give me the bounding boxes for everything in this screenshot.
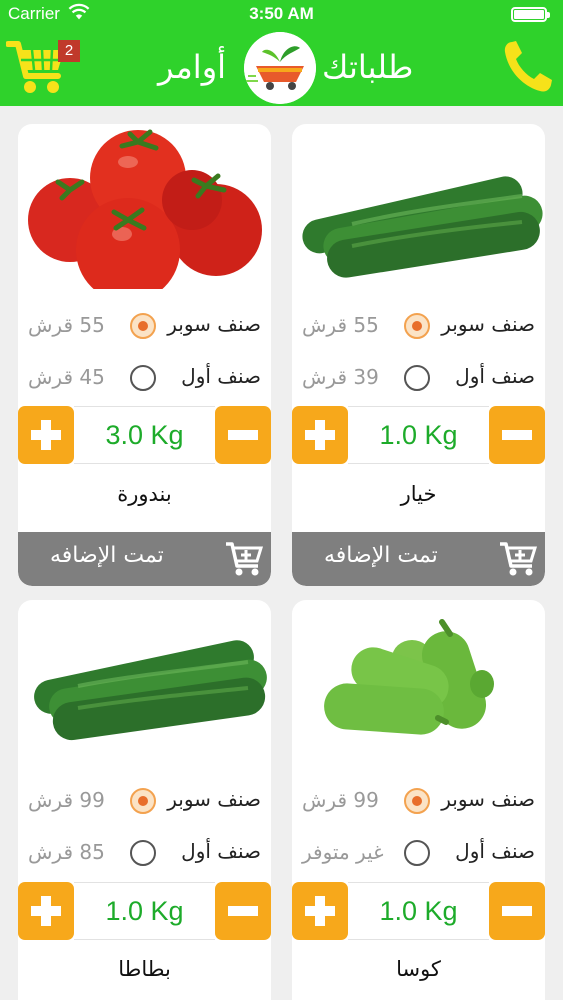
cucumber-image <box>302 176 543 278</box>
option-price: غير متوفر <box>302 840 384 864</box>
radio-button[interactable] <box>404 840 430 866</box>
product-card: 99 قرش صنف سوبر غير متوفر صنف أول 1.0 Kg… <box>292 600 545 1000</box>
product-name: خيار <box>400 482 437 506</box>
option-label: صنف أول <box>181 364 261 388</box>
quantity-stepper: 1.0 Kg <box>18 882 271 940</box>
cucumber-image <box>34 640 267 741</box>
grade-option[interactable]: 55 قرش صنف سوبر <box>292 311 545 341</box>
radio-button[interactable] <box>130 365 156 391</box>
quantity-stepper: 3.0 Kg <box>18 406 271 464</box>
radio-button[interactable] <box>404 313 430 339</box>
radio-button[interactable] <box>404 365 430 391</box>
grade-option[interactable]: غير متوفر صنف أول <box>292 838 545 868</box>
option-price: 85 قرش <box>28 840 105 864</box>
grade-option[interactable]: 55 قرش صنف سوبر <box>18 311 271 341</box>
zucchini-image <box>324 619 494 735</box>
product-name: بندورة <box>117 482 172 506</box>
quantity-value: 3.0 Kg <box>74 406 215 464</box>
grade-option[interactable]: 45 قرش صنف أول <box>18 363 271 393</box>
option-price: 39 قرش <box>302 365 379 389</box>
grade-option[interactable]: 85 قرش صنف أول <box>18 838 271 868</box>
radio-button[interactable] <box>130 840 156 866</box>
added-to-cart-button[interactable]: تمت الإضافه <box>292 532 545 586</box>
option-price: 45 قرش <box>28 365 105 389</box>
quantity-value: 1.0 Kg <box>348 882 489 940</box>
option-price: 99 قرش <box>302 788 379 812</box>
increase-quantity-button[interactable] <box>292 406 348 464</box>
option-price: 99 قرش <box>28 788 105 812</box>
grade-option[interactable]: 39 قرش صنف أول <box>292 363 545 393</box>
option-label: صنف سوبر <box>441 312 535 336</box>
option-price: 55 قرش <box>302 313 379 337</box>
quantity-stepper: 1.0 Kg <box>292 882 545 940</box>
decrease-quantity-button[interactable] <box>489 406 545 464</box>
option-label: صنف سوبر <box>167 787 261 811</box>
product-card: 55 قرش صنف سوبر 45 قرش صنف أول 3.0 Kg بن… <box>18 124 271 586</box>
product-card: 99 قرش صنف سوبر 85 قرش صنف أول 1.0 Kg بط… <box>18 600 271 1000</box>
quantity-value: 1.0 Kg <box>74 882 215 940</box>
battery-icon <box>511 7 550 22</box>
brand-logo <box>244 32 316 104</box>
tomato-image <box>28 129 262 289</box>
add-to-cart-icon <box>226 542 264 576</box>
added-label: تمت الإضافه <box>324 543 438 568</box>
product-card: 55 قرش صنف سوبر 39 قرش صنف أول 1.0 Kg خي… <box>292 124 545 586</box>
radio-button[interactable] <box>130 313 156 339</box>
radio-button[interactable] <box>130 788 156 814</box>
grade-option[interactable]: 99 قرش صنف سوبر <box>292 786 545 816</box>
add-to-cart-icon <box>500 542 538 576</box>
option-label: صنف أول <box>181 839 261 863</box>
product-name: بطاطا <box>118 957 171 981</box>
phone-icon[interactable] <box>500 36 556 96</box>
option-price: 55 قرش <box>28 313 105 337</box>
option-label: صنف أول <box>455 839 535 863</box>
decrease-quantity-button[interactable] <box>215 406 271 464</box>
radio-button[interactable] <box>404 788 430 814</box>
product-name: كوسا <box>396 957 441 981</box>
clock: 3:50 AM <box>249 4 314 23</box>
brand-title: طلباتك <box>322 48 414 86</box>
option-label: صنف أول <box>455 364 535 388</box>
increase-quantity-button[interactable] <box>18 406 74 464</box>
added-to-cart-button[interactable]: تمت الإضافه <box>18 532 271 586</box>
decrease-quantity-button[interactable] <box>215 882 271 940</box>
app-header: 2 أوامر طلباتك <box>0 28 563 106</box>
increase-quantity-button[interactable] <box>292 882 348 940</box>
increase-quantity-button[interactable] <box>18 882 74 940</box>
option-label: صنف سوبر <box>441 787 535 811</box>
grade-option[interactable]: 99 قرش صنف سوبر <box>18 786 271 816</box>
option-label: صنف سوبر <box>167 312 261 336</box>
quantity-value: 1.0 Kg <box>348 406 489 464</box>
status-bar: Carrier 3:50 AM <box>0 0 563 28</box>
orders-link[interactable]: أوامر <box>158 48 226 86</box>
decrease-quantity-button[interactable] <box>489 882 545 940</box>
cart-count-badge: 2 <box>58 40 80 62</box>
added-label: تمت الإضافه <box>50 543 164 568</box>
quantity-stepper: 1.0 Kg <box>292 406 545 464</box>
